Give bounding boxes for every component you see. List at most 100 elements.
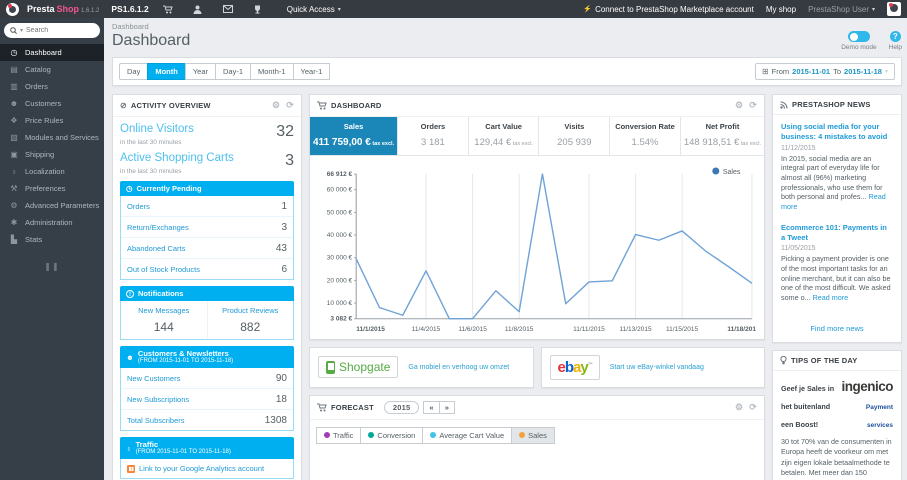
filter-button-year-1[interactable]: Year-1 [292,63,331,80]
pending-link-return-exchanges[interactable]: Return/Exchanges [127,223,189,232]
cart-icon[interactable] [157,4,179,14]
toggle-icon[interactable] [847,31,870,42]
sidebar-item-price-rules[interactable]: ❖ Price Rules [0,112,104,129]
prestashop-logo-icon[interactable] [6,2,19,16]
quick-access-label: Quick Access [286,4,335,14]
svg-text:11/8/2015: 11/8/2015 [505,326,534,333]
sidebar-item-dashboard[interactable]: ◷ Dashboard [0,44,104,61]
sidebar-item-administration[interactable]: ✱ Administration [0,214,104,231]
news-article-title[interactable]: Using social media for your business: 4 … [781,122,893,142]
search-input[interactable] [26,27,85,34]
panel-settings-icon[interactable]: ⚙ [272,100,280,111]
kpi-label: Sales [343,122,364,131]
pending-link-out-of-stock-products[interactable]: Out of Stock Products [127,265,200,274]
notification-link-new-messages[interactable]: New Messages [125,306,203,315]
sidebar-item-catalog[interactable]: ▤ Catalog [0,61,104,78]
google-analytics-link[interactable]: Link to your Google Analytics account [121,459,293,478]
pending-link-abandoned-carts[interactable]: Abandoned Carts [127,244,185,253]
find-more-news-link[interactable]: Find more news [773,318,901,342]
my-shop-link[interactable]: My shop [766,5,796,14]
shopgate-logo[interactable]: Shopgate [318,356,399,379]
panel-refresh-icon[interactable]: ⟳ [286,100,294,111]
help-button[interactable]: ? Help [889,31,902,51]
kpi-tab-net-profit[interactable]: Net Profit 148 918,51 € tax excl. [679,117,764,155]
book-icon: ▤ [10,65,18,74]
customers-row: New Customers 90 [121,368,293,390]
forecast-next-button[interactable]: » [438,400,456,414]
forecast-toggle-traffic[interactable]: Traffic [316,426,362,444]
kpi-value: 411 759,00 € tax excl. [313,137,395,148]
forecast-toggle-average-cart-value[interactable]: Average Cart Value [422,426,513,444]
panel-refresh-icon[interactable]: ⟳ [749,402,757,413]
ebay-link[interactable]: Start uw eBay-winkel vandaag [610,364,704,371]
brand[interactable]: Presta Shop 1.6.1.2 [27,4,99,14]
sidebar-item-customers[interactable]: ☻ Customers [0,95,104,112]
kpi-tab-orders[interactable]: Orders 3 181 [397,117,468,155]
user-avatar[interactable] [887,2,901,16]
kpi-tab-conversion-rate[interactable]: Conversion Rate 1.54% [609,117,680,155]
quick-access-menu[interactable]: Quick Access ▾ [287,5,341,14]
active-carts-sub: in the last 30 minutes [120,168,182,175]
read-more-link[interactable]: Read more [813,293,849,302]
sidebar-item-orders[interactable]: ▥ Orders [0,78,104,95]
sidebar-item-shipping[interactable]: ▣ Shipping [0,146,104,163]
svg-text:11/1/2015: 11/1/2015 [356,326,385,333]
filter-button-month-1[interactable]: Month-1 [250,63,294,80]
filter-button-year[interactable]: Year [184,63,216,80]
price-tag-icon: ❖ [10,116,18,125]
panel-refresh-icon[interactable]: ⟳ [749,100,757,111]
forecast-toggle-sales[interactable]: Sales [511,426,555,444]
sidebar-item-localization[interactable]: ♁ Localization [0,163,104,180]
sidebar-item-advanced-parameters[interactable]: ⚙ Advanced Parameters [0,197,104,214]
filter-button-day-1[interactable]: Day-1 [215,63,252,80]
read-more-link[interactable]: Read more [781,192,886,211]
truck-icon: ▣ [10,150,18,159]
svg-text:30 000 €: 30 000 € [327,255,353,262]
shopgate-link[interactable]: Ga mobiel en verhoog uw omzet [408,364,509,371]
filter-button-month[interactable]: Month [147,63,186,80]
sidebar-collapse-button[interactable]: ❚❚ [0,262,104,271]
sidebar-search[interactable]: ▾ [4,23,100,38]
panel-settings-icon[interactable]: ⚙ [735,100,743,111]
marketplace-label: Connect to PrestaShop Marketplace accoun… [595,4,754,14]
kpi-tab-cart-value[interactable]: Cart Value 129,44 € tax excl. [467,117,539,155]
sidebar-item-preferences[interactable]: ⚒ Preferences [0,180,104,197]
notification-link-product-reviews[interactable]: Product Reviews [212,306,290,315]
breadcrumb: Dashboard [112,22,149,31]
messages-icon[interactable] [217,5,239,14]
date-range-picker[interactable]: ⊞ From 2015-11-01 To 2015-11-18 ▾ [754,63,895,80]
online-visitors-link[interactable]: Online Visitors [120,123,194,135]
news-article-title[interactable]: Ecommerce 101: Payments in a Tweet [781,223,893,243]
modules-row: Shopgate Ga mobiel en verhoog uw omzet e… [309,346,765,395]
kpi-suffix: tax excl. [739,141,762,147]
sidebar-item-modules-and-services[interactable]: ▧ Modules and Services [0,129,104,146]
filter-button-day[interactable]: Day [119,63,149,80]
sidebar-item-stats[interactable]: ▙ Stats [0,231,104,248]
customers-icon[interactable] [187,4,209,14]
demo-mode-toggle[interactable]: Demo mode [841,31,877,51]
help-icon[interactable]: ? [889,31,901,42]
ebay-logo[interactable]: ebay™ [549,354,600,380]
forecast-prev-button[interactable]: « [423,400,440,414]
user-menu[interactable]: PrestaShop User ▾ [808,5,875,14]
kpi-tab-sales[interactable]: Sales 411 759,00 € tax excl. [310,117,398,155]
search-scope-caret-icon[interactable]: ▾ [20,27,23,34]
customers-link-new-subscriptions[interactable]: New Subscriptions [127,395,189,404]
customers-link-total-subscribers[interactable]: Total Subscribers [127,416,185,425]
notifications-section-header: ! Notifications [120,286,294,301]
pending-value: 1 [281,200,287,212]
kpi-tab-visits[interactable]: Visits 205 939 [538,117,609,155]
forecast-toggle-conversion[interactable]: Conversion [360,426,424,444]
ingenico-logo[interactable]: ingenico Payment services [841,378,893,432]
date-preset-buttons: Day Month Year Day-1 Month-1 Year-1 [119,63,331,80]
forecast-year[interactable]: 2015 [383,400,420,414]
marketplace-link[interactable]: ⚡ Connect to PrestaShop Marketplace acco… [583,5,753,14]
pending-link-orders[interactable]: Orders [127,202,150,211]
customers-link-new-customers[interactable]: New Customers [127,374,180,383]
shop-name-link[interactable]: PS1.6.1.2 [111,4,148,14]
panel-settings-icon[interactable]: ⚙ [735,402,743,413]
active-carts-link[interactable]: Active Shopping Carts [120,152,234,164]
tips-body-text: 30 tot 70% van de consumenten in Europa … [781,436,892,480]
customers-value: 18 [275,393,287,405]
trophy-icon[interactable] [247,4,269,14]
